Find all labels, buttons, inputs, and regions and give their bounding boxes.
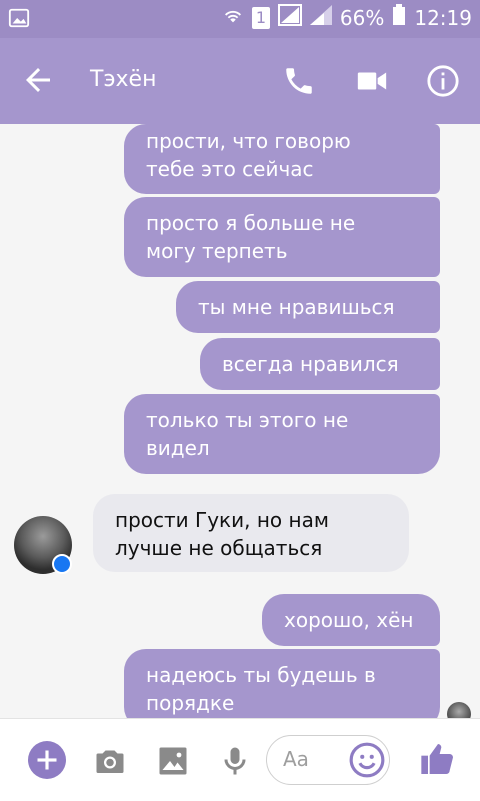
message-line: могу терпеть [146, 239, 288, 263]
message-bubble[interactable]: хорошо, хён [262, 594, 440, 646]
battery-percentage: 66% [339, 5, 385, 30]
message-line: порядке [146, 691, 235, 715]
clock: 12:19 [414, 5, 472, 30]
message-line: просто я больше не [146, 211, 356, 235]
message-line: только ты этого не [146, 408, 349, 432]
message-line: хорошо, хён [284, 608, 414, 632]
seen-avatar [447, 702, 471, 718]
message-bubble[interactable]: просто я больше не могу терпеть [124, 197, 440, 277]
contact-name[interactable]: Тэхён [90, 67, 156, 92]
message-line: видел [146, 436, 210, 460]
wifi-icon [222, 5, 244, 30]
like-thumb-icon[interactable] [418, 739, 458, 779]
message-line: тебе это сейчас [146, 157, 314, 181]
message-line: прости, что говорю [146, 129, 351, 153]
signal-bars-icon [309, 5, 332, 30]
microphone-icon[interactable] [217, 743, 253, 779]
message-bubble[interactable]: ты мне нравишься [176, 281, 440, 333]
plus-icon[interactable] [28, 741, 66, 779]
message-bubble[interactable]: только ты этого не видел [124, 394, 440, 474]
video-call-icon[interactable] [355, 64, 389, 98]
battery-icon [392, 4, 406, 31]
message-line: надеюсь ты будешь в [146, 663, 376, 687]
phone-icon[interactable] [282, 64, 316, 98]
signal-icon [277, 4, 302, 31]
message-line: лучше не общаться [115, 536, 323, 560]
message-bubble[interactable]: всегда нравился [200, 338, 440, 390]
gallery-icon[interactable] [155, 743, 191, 779]
message-line: всегда нравился [222, 352, 399, 376]
conversation-header: Тэхён [0, 38, 480, 124]
composer-bar: Aa [0, 718, 480, 801]
camera-icon[interactable] [92, 743, 128, 779]
message-bubble[interactable]: прости, что говорю тебе это сейчас [124, 124, 440, 194]
status-bar: 1 66% 12:19 [0, 0, 480, 38]
message-bubble[interactable]: надеюсь ты будешь в порядке [124, 649, 440, 718]
message-bubble[interactable]: прости Гуки, но нам лучше не общаться [93, 494, 409, 572]
info-icon[interactable] [426, 64, 460, 98]
gallery-notification-icon [8, 7, 30, 33]
back-arrow-icon[interactable] [20, 62, 56, 98]
sim-icon: 1 [251, 6, 270, 29]
emoji-icon[interactable] [348, 741, 386, 779]
sim-number: 1 [255, 7, 266, 27]
message-list[interactable]: прости, что говорю тебе это сейчас прост… [0, 124, 480, 718]
message-line: прости Гуки, но нам [115, 508, 329, 532]
message-input-placeholder: Aa [283, 747, 309, 771]
message-line: ты мне нравишься [198, 295, 395, 319]
messenger-badge-icon [52, 554, 72, 574]
